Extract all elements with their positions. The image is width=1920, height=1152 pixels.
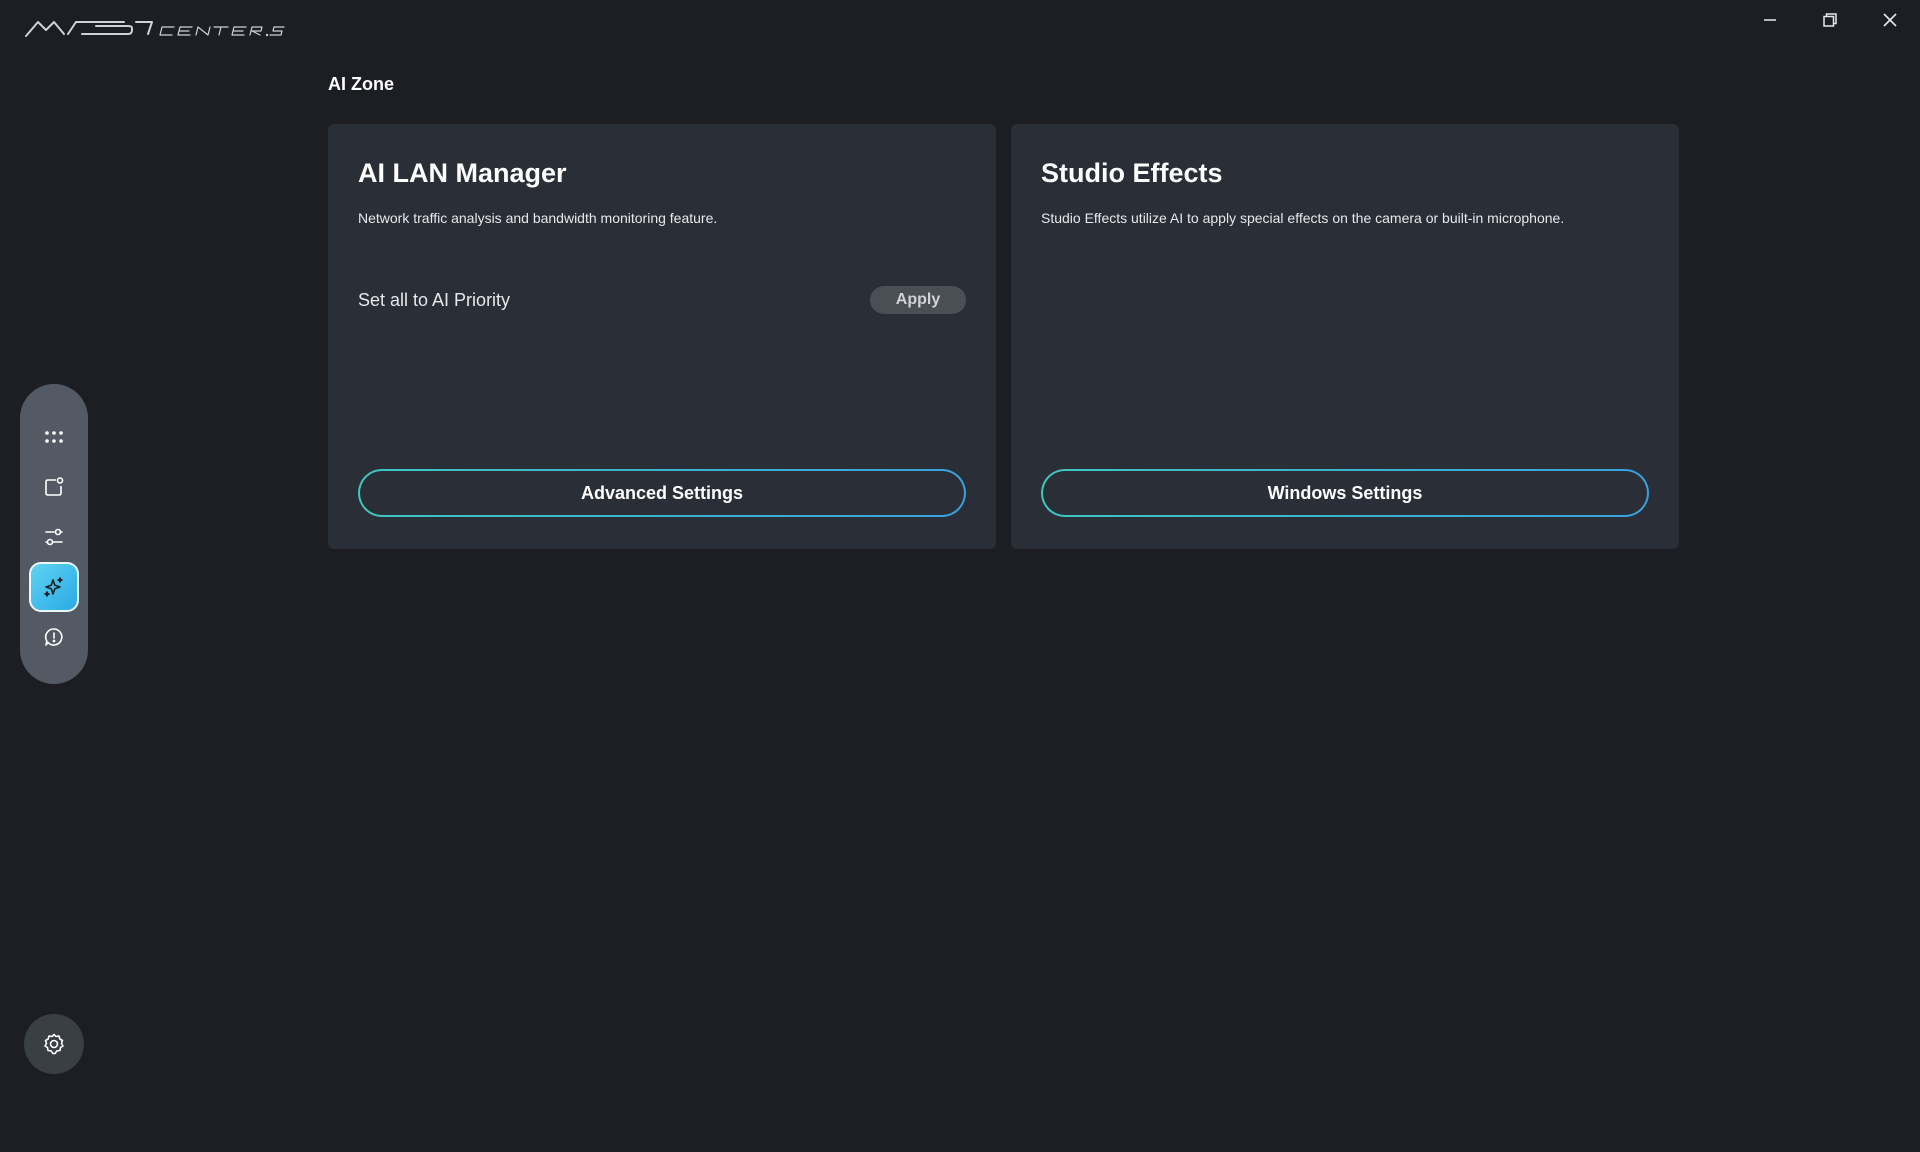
minimize-icon [1764, 19, 1776, 21]
device-icon [45, 477, 64, 496]
sidebar-nav [20, 384, 88, 684]
close-icon [1883, 13, 1897, 27]
card-description: Studio Effects utilize AI to apply speci… [1041, 210, 1565, 226]
sliders-icon [45, 528, 63, 546]
gear-icon [44, 1033, 64, 1055]
app-window: AI Zone AI LAN Manager Network traffic a… [0, 0, 1920, 1152]
settings-button[interactable] [24, 1014, 84, 1074]
advanced-settings-button[interactable]: Advanced Settings [358, 469, 966, 517]
restore-button[interactable] [1800, 0, 1860, 40]
sidebar-item-device[interactable] [29, 462, 79, 512]
msi-center-logo [24, 16, 304, 40]
sidebar-item-support[interactable] [29, 612, 79, 662]
card-title: Studio Effects [1041, 158, 1223, 188]
restore-icon [1823, 13, 1837, 27]
page-title: AI Zone [328, 74, 394, 94]
minimize-button[interactable] [1740, 0, 1800, 40]
ai-lan-manager-card: AI LAN Manager Network traffic analysis … [328, 124, 996, 549]
sidebar-item-ai-zone[interactable] [29, 562, 79, 612]
windows-settings-button[interactable]: Windows Settings [1041, 469, 1649, 517]
card-title: AI LAN Manager [358, 158, 567, 188]
window-controls [1740, 0, 1920, 40]
grid-dots-icon [45, 431, 63, 443]
alert-chat-icon [44, 628, 63, 646]
card-description: Network traffic analysis and bandwidth m… [358, 210, 718, 226]
sparkle-icon [44, 577, 63, 597]
apply-button[interactable]: Apply [870, 286, 966, 314]
sidebar-item-apps[interactable] [29, 412, 79, 462]
close-button[interactable] [1860, 0, 1920, 40]
ai-priority-label: Set all to AI Priority [358, 290, 511, 310]
sidebar-item-tuning[interactable] [29, 512, 79, 562]
studio-effects-card: Studio Effects Studio Effects utilize AI… [1011, 124, 1679, 549]
